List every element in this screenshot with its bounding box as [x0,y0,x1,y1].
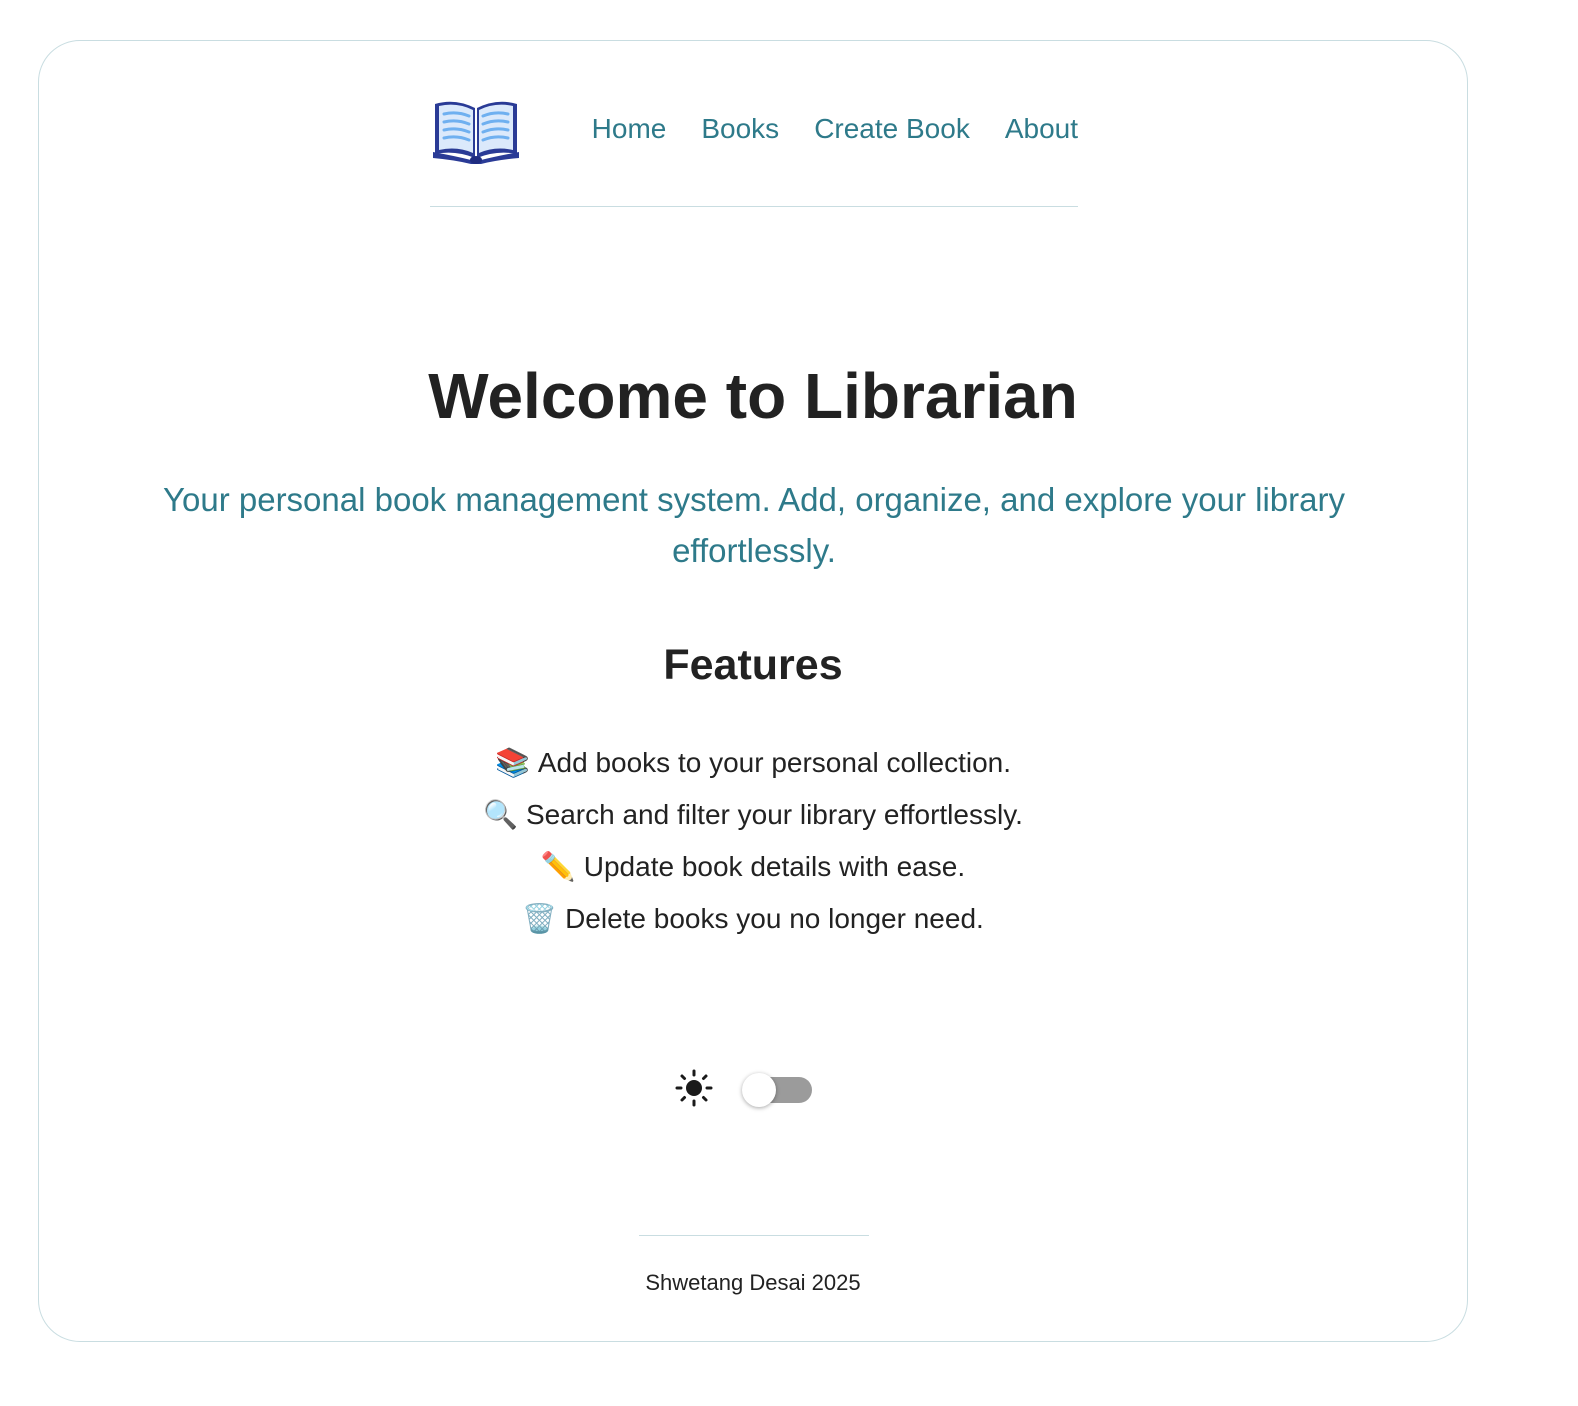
main-nav: Home Books Create Book About [592,111,1078,147]
features-list: 📚 Add books to your personal collection. … [39,737,1467,945]
toggle-knob [742,1073,776,1107]
feature-text: Update book details with ease. [583,851,966,882]
feature-text: Add books to your personal collection. [537,747,1012,778]
nav-link-create-book[interactable]: Create Book [814,111,970,147]
trash-icon: 🗑️ [522,902,558,935]
nav-link-books[interactable]: Books [701,111,779,147]
feature-text: Search and filter your library effortles… [525,799,1023,830]
pencil-icon: ✏️ [540,850,576,883]
main-card: Home Books Create Book About Welcome to … [38,40,1468,1342]
books-icon: 📚 [494,746,530,779]
footer-divider [639,1235,869,1236]
theme-toggle[interactable] [742,1073,812,1107]
feature-text: Delete books you no longer need. [565,903,984,934]
feature-item-update: ✏️ Update book details with ease. [39,841,1467,893]
feature-item-search: 🔍 Search and filter your library effortle… [39,789,1467,841]
feature-item-delete: 🗑️ Delete books you no longer need. [39,893,1467,945]
feature-item-add: 📚 Add books to your personal collection. [39,737,1467,789]
nav-link-home[interactable]: Home [592,111,667,147]
open-book-icon[interactable] [431,96,521,164]
nav-link-about[interactable]: About [1005,111,1078,147]
site-header: Home Books Create Book About [430,96,1078,207]
sun-icon [675,1069,713,1107]
footer-credit: Shwetang Desai 2025 [645,1270,861,1295]
theme-switcher [675,1067,815,1111]
features-heading: Features [663,641,843,689]
page-title: Welcome to Librarian [428,360,1078,432]
page-subtitle: Your personal book management system. Ad… [163,481,1345,569]
magnifying-glass-icon: 🔍 [483,798,518,831]
